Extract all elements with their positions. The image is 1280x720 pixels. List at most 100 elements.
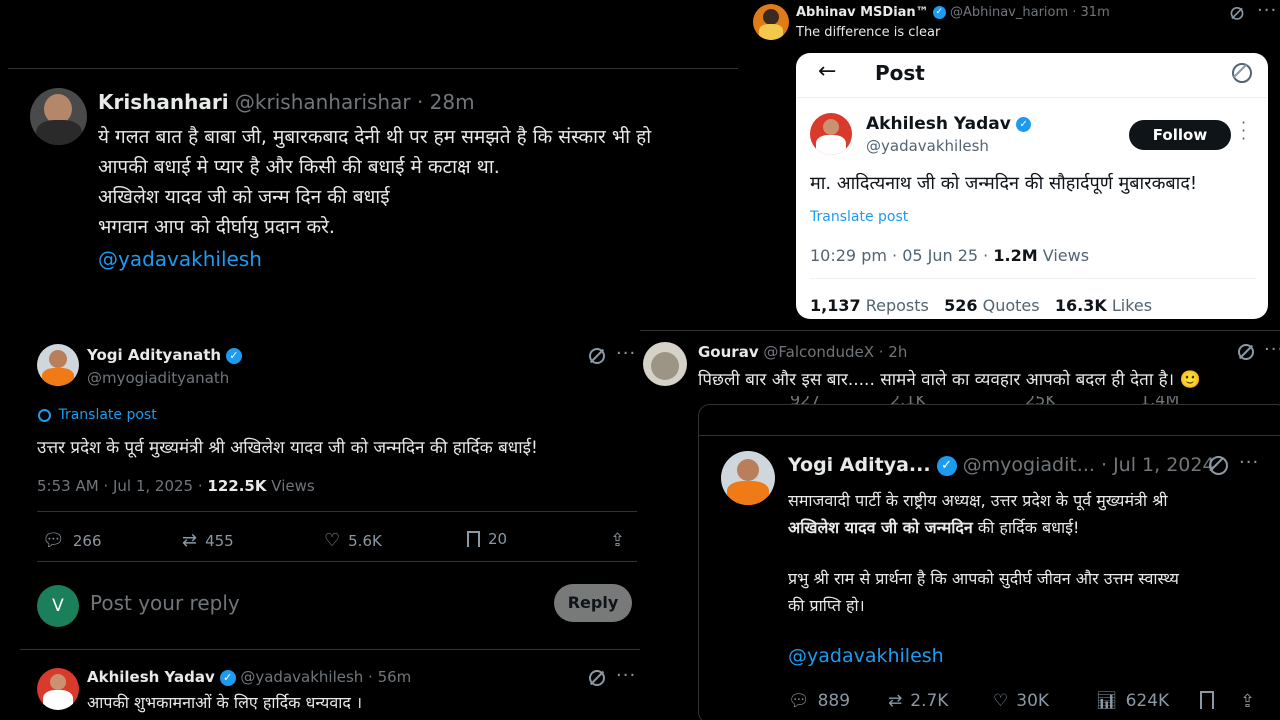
avatar[interactable]: [643, 342, 687, 386]
avatar[interactable]: [30, 88, 87, 145]
views-count: 122.5K: [207, 477, 267, 495]
follow-button[interactable]: Follow: [1129, 120, 1231, 150]
translate-link[interactable]: Translate post: [58, 407, 156, 423]
bookmark-icon[interactable]: [1200, 691, 1214, 709]
translate-link[interactable]: Translate post: [810, 209, 908, 225]
like-button[interactable]: ♡ 30K: [993, 691, 1049, 711]
author-name[interactable]: Yogi Adityanath: [87, 346, 221, 364]
quotes-label[interactable]: Quotes: [983, 296, 1040, 315]
share-icon[interactable]: ⇪: [610, 530, 625, 551]
author-name[interactable]: Akhilesh Yadav: [866, 114, 1011, 134]
verified-icon: ✓: [1016, 116, 1032, 132]
repost-count: 455: [205, 531, 234, 550]
views-icon: 📊︎: [1096, 691, 1118, 711]
author-handle[interactable]: @yadavakhilesh · 56m: [240, 668, 411, 686]
avatar: V: [37, 585, 79, 627]
divider: [37, 561, 637, 562]
avatar[interactable]: [37, 668, 79, 710]
quoted-post-card[interactable]: ← Post Akhilesh Yadav ✓ @yadavakhilesh F…: [796, 53, 1268, 319]
divider: [8, 68, 738, 69]
like-button[interactable]: ♡ 5.6K: [324, 530, 382, 551]
bookmark-icon: [467, 531, 480, 547]
back-icon[interactable]: ←: [818, 59, 836, 84]
author-handle[interactable]: @yadavakhilesh: [866, 137, 989, 155]
bookmark-count: 20: [488, 530, 508, 548]
post-text-line: प्रभु श्री राम से प्रार्थना है कि आपको स…: [788, 569, 1179, 588]
author-handle[interactable]: @myogiadit...: [963, 454, 1095, 476]
grok-icon[interactable]: [589, 348, 605, 368]
reply-button[interactable]: Reply: [554, 584, 632, 622]
bookmark-button[interactable]: 20: [467, 530, 507, 548]
quoted-post-card[interactable]: Yogi Aditya... ✓ @myogiadit... · Jul 1, …: [698, 404, 1280, 720]
repost-button[interactable]: ⇄ 2.7K: [888, 691, 948, 711]
post-text-line: की हार्दिक बधाई!: [972, 518, 1080, 537]
verified-icon: ✓: [225, 347, 242, 364]
mention-link[interactable]: @yadavakhilesh: [98, 244, 738, 274]
repost-button[interactable]: ⇄ 455: [182, 530, 234, 551]
views-label: Views: [1042, 246, 1090, 265]
repost-count: 2.7K: [910, 691, 949, 711]
author-handle[interactable]: @Abhinav_hariom · 31m: [950, 5, 1110, 20]
author-name[interactable]: Gourav: [698, 343, 759, 361]
divider: [699, 435, 1280, 436]
likes-label[interactable]: Likes: [1112, 296, 1152, 315]
repost-icon: ⇄: [182, 530, 198, 551]
divider: [37, 511, 637, 512]
post-text-line: भगवान आप को दीर्घायु प्रदान करे.: [98, 216, 335, 238]
reply-input[interactable]: Post your reply: [90, 591, 240, 615]
avatar[interactable]: [721, 451, 775, 505]
more-icon[interactable]: ···: [1241, 115, 1247, 147]
reply-button[interactable]: 💬︎ 889: [788, 691, 850, 711]
grok-icon[interactable]: [1232, 63, 1252, 87]
verified-icon: ✓: [932, 6, 946, 19]
more-icon[interactable]: ···: [616, 665, 636, 686]
post-text-line: आपकी बधाई मे प्यार है और किसी की बधाई मे…: [98, 156, 500, 178]
post-time[interactable]: · 28m: [417, 90, 475, 114]
share-icon[interactable]: ⇪: [1240, 691, 1255, 712]
more-icon[interactable]: ···: [1239, 452, 1259, 473]
more-icon[interactable]: ···: [616, 343, 636, 364]
likes-count[interactable]: 16.3K: [1055, 296, 1107, 315]
post-time[interactable]: · Jul 1, 2024: [1101, 454, 1215, 476]
more-icon[interactable]: ···: [1264, 339, 1280, 360]
views-button[interactable]: 📊︎ 624K: [1096, 691, 1169, 711]
grok-icon[interactable]: [1230, 7, 1244, 23]
reposts-label[interactable]: Reposts: [866, 296, 929, 315]
reply-icon: 💬︎: [42, 530, 65, 551]
avatar[interactable]: [753, 4, 789, 40]
avatar[interactable]: [810, 113, 852, 155]
author-name[interactable]: Yogi Aditya...: [788, 454, 931, 476]
author-handle[interactable]: @krishanharishar: [235, 90, 411, 114]
reposts-count[interactable]: 1,137: [810, 296, 861, 315]
repost-icon: ⇄: [888, 691, 903, 711]
divider: [810, 278, 1256, 279]
author-handle[interactable]: @FalcondudeX · 2h: [763, 343, 907, 361]
post-text-bold: अखिलेश यादव जी को जन्मदिन: [788, 518, 973, 537]
like-count: 5.6K: [348, 531, 382, 550]
post-text: आपकी शुभकामनाओं के लिए हार्दिक धन्यवाद ।: [87, 693, 363, 712]
post-text: The difference is clear: [796, 25, 941, 40]
avatar[interactable]: [37, 344, 79, 386]
krishan-panel: Krishanhari @krishanharishar · 28m ये गल…: [0, 40, 740, 285]
more-icon[interactable]: ···: [1257, 0, 1277, 21]
views-label: Views: [271, 477, 315, 495]
author-name[interactable]: Krishanhari: [98, 90, 229, 114]
post-text-line: की प्राप्ति हो।: [788, 596, 865, 615]
quotes-count[interactable]: 526: [944, 296, 977, 315]
like-icon: ♡: [993, 691, 1009, 711]
post-timestamp[interactable]: 5:53 AM · Jul 1, 2025 ·: [37, 477, 203, 495]
grok-icon[interactable]: [1209, 456, 1228, 479]
mention-link[interactable]: @yadavakhilesh: [788, 643, 1280, 670]
grok-icon[interactable]: [1238, 344, 1254, 364]
divider: [20, 649, 640, 650]
grok-icon[interactable]: [589, 670, 605, 690]
page-title: Post: [875, 61, 925, 85]
reply-button[interactable]: 💬︎ 266: [42, 530, 102, 551]
author-name[interactable]: Abhinav MSDian™: [796, 5, 929, 20]
author-handle[interactable]: @myogiadityanath: [87, 369, 229, 387]
gourav-panel: Gourav @FalcondudeX · 2h पिछली बार और इस…: [640, 330, 1280, 720]
post-text-line: ये गलत बात है बाबा जी, मुबारकबाद देनी थी…: [98, 126, 652, 148]
post-timestamp[interactable]: 10:29 pm · 05 Jun 25 ·: [810, 246, 988, 265]
reply-count: 889: [817, 691, 851, 711]
author-name[interactable]: Akhilesh Yadav: [87, 668, 215, 686]
